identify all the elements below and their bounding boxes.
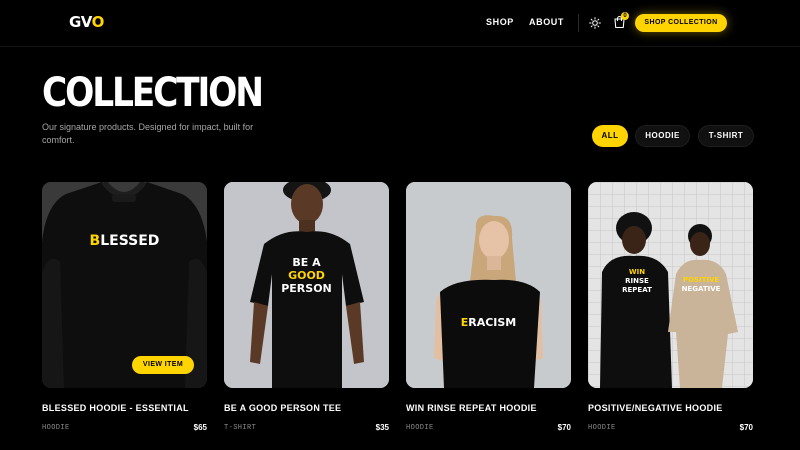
view-item-button[interactable]: VIEW ITEM [132,356,194,374]
product-category: T-SHIRT [224,424,257,432]
product-card-win-rinse-repeat-hoodie[interactable]: ERACISM [406,182,571,388]
garment-print-left: WIN RINSE REPEAT [622,268,652,294]
product-image [406,182,571,388]
garment-print-right: POSITIVE NEGATIVE [681,276,721,293]
product-price: $70 [739,423,753,432]
product-name[interactable]: POSITIVE/NEGATIVE HOODIE [588,403,723,413]
nav-link-about[interactable]: ABOUT [529,17,564,27]
page-title: COLLECTION [42,70,264,116]
product-name[interactable]: BLESSED HOODIE - ESSENTIAL [42,403,189,413]
product-category: HOODIE [588,424,616,432]
filter-tshirt[interactable]: T-SHIRT [698,125,754,147]
filter-all[interactable]: ALL [592,125,628,147]
product-price: $65 [193,423,207,432]
nav-divider-line [0,46,800,47]
garment-print: BLESSED [89,233,160,249]
product-name[interactable]: BE A GOOD PERSON TEE [224,403,341,413]
product-card-positive-negative-hoodie[interactable]: WIN RINSE REPEAT POSITIVE NEGATIVE [588,182,753,388]
shop-collection-button[interactable]: SHOP COLLECTION [635,14,727,32]
top-nav: GVO SHOP ABOUT 0 SHOP COLLECTION [0,0,800,46]
product-card-blessed-hoodie[interactable]: BLESSED VIEW ITEM [42,182,207,388]
nav-divider [578,14,579,32]
product-price: $35 [375,423,389,432]
garment-print: BE A GOOD PERSON [281,256,332,295]
brand-logo[interactable]: GVO [69,13,104,31]
page-description: Our signature products. Designed for imp… [42,122,254,145]
product-name[interactable]: WIN RINSE REPEAT HOODIE [406,403,537,413]
product-category: HOODIE [42,424,70,432]
cart-count-badge: 0 [621,12,629,20]
garment-print: ERACISM [460,316,517,329]
sun-icon[interactable] [589,17,601,29]
product-card-good-person-tee[interactable]: BE A GOOD PERSON [224,182,389,388]
filter-hoodie[interactable]: HOODIE [635,125,690,147]
product-category: HOODIE [406,424,434,432]
nav-link-shop[interactable]: SHOP [486,17,514,27]
product-price: $70 [557,423,571,432]
product-image [588,182,753,388]
